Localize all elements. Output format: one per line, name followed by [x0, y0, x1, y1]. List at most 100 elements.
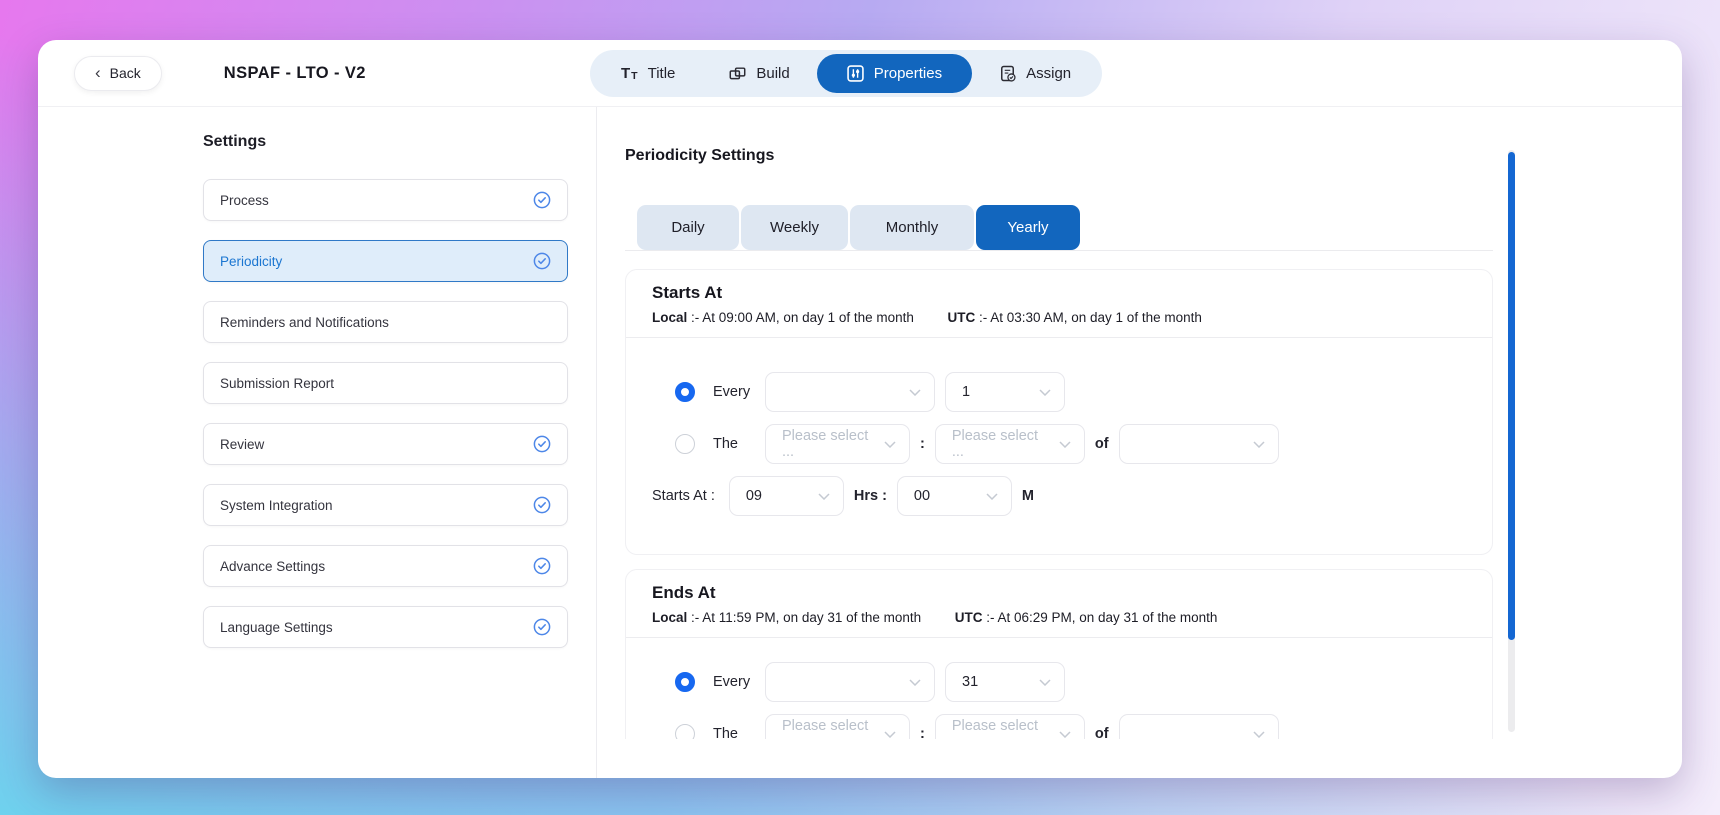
tab-build[interactable]: Build — [702, 54, 816, 93]
ends-the-month-select[interactable] — [1119, 714, 1279, 739]
chevron-down-icon — [909, 679, 921, 686]
tab-yearly[interactable]: Yearly — [976, 205, 1080, 250]
starts-the-day-select[interactable]: Please select ... — [935, 424, 1085, 464]
ends-at-title: Ends At — [652, 582, 1466, 604]
back-chevron-icon: ‹ — [95, 64, 101, 81]
ends-at-rows: Every 31 The — [652, 638, 1466, 739]
build-icon — [729, 65, 746, 82]
header-tab-strip: TT Title Build — [590, 50, 1102, 97]
sidebar-item-reminders-and-notifications[interactable]: Reminders and Notifications — [203, 301, 568, 343]
sidebar-item-label: System Integration — [220, 498, 333, 513]
app-header: ‹ Back NSPAF - LTO - V2 TT Title Build — [38, 40, 1682, 107]
every-label: Every — [713, 674, 753, 690]
starts-the-ordinal-select[interactable]: Please select ... — [765, 424, 910, 464]
sidebar-item-system-integration[interactable]: System Integration — [203, 484, 568, 526]
sidebar-item-periodicity[interactable]: Periodicity — [203, 240, 568, 282]
sidebar-item-review[interactable]: Review — [203, 423, 568, 465]
sidebar-item-process[interactable]: Process — [203, 179, 568, 221]
ends-every-radio[interactable] — [675, 672, 695, 692]
select-placeholder: Please select ... — [952, 428, 1049, 460]
content-scroll-area: Periodicity Settings Daily Weekly Monthl… — [597, 107, 1682, 739]
sidebar-item-label: Advance Settings — [220, 559, 325, 574]
starts-the-month-select[interactable] — [1119, 424, 1279, 464]
check-circle-icon — [533, 191, 551, 209]
ends-at-summary: Local :- At 11:59 PM, on day 31 of the m… — [652, 608, 1466, 627]
content-scrollbar-thumb[interactable] — [1508, 152, 1515, 640]
select-value: 00 — [914, 488, 930, 504]
sidebar-list: Process Periodicity Reminders and Notifi… — [203, 179, 596, 648]
utc-label: UTC — [947, 310, 975, 325]
select-value: 31 — [962, 674, 978, 690]
starts-minute-select[interactable]: 00 — [897, 476, 1012, 516]
settings-sidebar: Settings Process Periodicity Reminders a… — [38, 107, 596, 778]
periodicity-content: Periodicity Settings Daily Weekly Monthl… — [596, 107, 1682, 778]
tab-assign[interactable]: Assign — [972, 54, 1098, 93]
tab-build-label: Build — [756, 65, 789, 82]
local-label: Local — [652, 310, 687, 325]
assign-icon — [999, 65, 1016, 82]
chevron-down-icon — [884, 731, 896, 738]
starts-every-row: Every 1 — [652, 372, 1466, 412]
sidebar-item-label: Review — [220, 437, 264, 452]
content-scrollbar-track — [1508, 150, 1515, 732]
starts-every-radio[interactable] — [675, 382, 695, 402]
tab-properties[interactable]: Properties — [817, 54, 972, 93]
starts-the-radio[interactable] — [675, 434, 695, 454]
chevron-down-icon — [986, 493, 998, 500]
starts-time-row: Starts At : 09 Hrs : 00 M — [652, 476, 1466, 516]
app-window: ‹ Back NSPAF - LTO - V2 TT Title Build — [38, 40, 1682, 778]
document-title: NSPAF - LTO - V2 — [224, 64, 366, 83]
starts-at-title: Starts At — [652, 282, 1466, 304]
tab-weekly[interactable]: Weekly — [741, 205, 848, 250]
ends-the-row: The Please select ... : Please select ..… — [652, 714, 1466, 739]
select-value: 09 — [746, 488, 762, 504]
tab-title[interactable]: TT Title — [594, 54, 702, 93]
main-area: Settings Process Periodicity Reminders a… — [38, 107, 1682, 778]
sidebar-item-label: Process — [220, 193, 269, 208]
back-button[interactable]: ‹ Back — [74, 56, 162, 91]
the-label: The — [713, 726, 753, 739]
select-value: 1 — [962, 384, 970, 400]
properties-icon — [847, 65, 864, 82]
ends-the-radio[interactable] — [675, 724, 695, 739]
ends-the-day-select[interactable]: Please select ... — [935, 714, 1085, 739]
chevron-down-icon — [909, 389, 921, 396]
select-placeholder: Please select ... — [782, 428, 874, 460]
chevron-down-icon — [1253, 731, 1265, 738]
ends-every-unit-select[interactable] — [765, 662, 935, 702]
starts-at-time-label: Starts At : — [652, 488, 715, 504]
sidebar-item-language-settings[interactable]: Language Settings — [203, 606, 568, 648]
sidebar-item-advance-settings[interactable]: Advance Settings — [203, 545, 568, 587]
check-circle-icon — [533, 496, 551, 514]
chevron-down-icon — [1059, 441, 1071, 448]
starts-hour-select[interactable]: 09 — [729, 476, 844, 516]
section-heading: Periodicity Settings — [625, 147, 1493, 165]
starts-at-section: Starts At Local :- At 09:00 AM, on day 1… — [625, 269, 1493, 555]
ends-every-count-select[interactable]: 31 — [945, 662, 1065, 702]
sidebar-item-label: Reminders and Notifications — [220, 315, 389, 330]
back-label: Back — [110, 65, 141, 81]
starts-at-summary: Local :- At 09:00 AM, on day 1 of the mo… — [652, 308, 1466, 327]
the-label: The — [713, 436, 753, 452]
select-placeholder: Please select ... — [782, 718, 874, 739]
ends-every-row: Every 31 — [652, 662, 1466, 702]
starts-at-rows: Every 1 The — [652, 338, 1466, 516]
starts-every-count-select[interactable]: 1 — [945, 372, 1065, 412]
of-label: of — [1095, 726, 1109, 739]
tab-assign-label: Assign — [1026, 65, 1071, 82]
check-circle-icon — [533, 435, 551, 453]
utc-label: UTC — [955, 610, 983, 625]
sidebar-item-submission-report[interactable]: Submission Report — [203, 362, 568, 404]
starts-every-unit-select[interactable] — [765, 372, 935, 412]
tab-title-label: Title — [648, 65, 676, 82]
chevron-down-icon — [818, 493, 830, 500]
colon-separator: : — [920, 726, 925, 739]
ends-the-ordinal-select[interactable]: Please select ... — [765, 714, 910, 739]
tab-daily[interactable]: Daily — [637, 205, 739, 250]
tab-monthly[interactable]: Monthly — [850, 205, 974, 250]
sidebar-item-label: Language Settings — [220, 620, 333, 635]
sidebar-item-label: Periodicity — [220, 254, 282, 269]
check-circle-icon — [533, 252, 551, 270]
tab-properties-label: Properties — [874, 65, 942, 82]
starts-the-row: The Please select ... : Please select ..… — [652, 424, 1466, 464]
